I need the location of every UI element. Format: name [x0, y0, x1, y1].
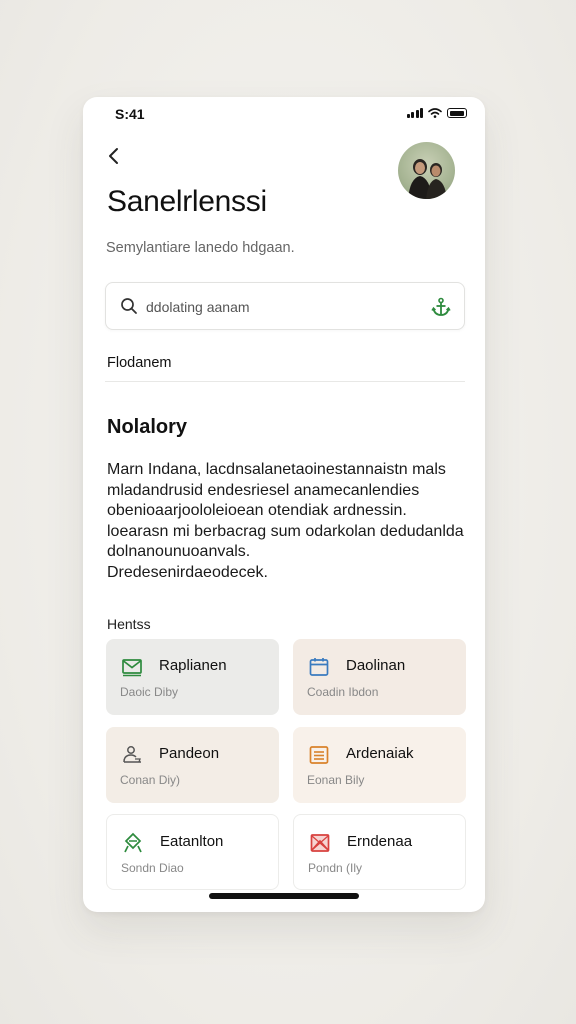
search-icon [121, 298, 137, 314]
item-card[interactable]: Erndenaa Pondn (Ily [293, 814, 466, 890]
item-card-title: Daolinan [346, 657, 406, 674]
search-input[interactable] [146, 293, 416, 321]
body-line: Dredesenirdaeodecek. [107, 563, 268, 581]
home-indicator[interactable] [209, 893, 359, 899]
status-icons [406, 108, 467, 118]
item-card[interactable]: Raplianen Daoic Diby [106, 639, 279, 715]
item-card[interactable]: Daolinan Coadin Ibdon [293, 639, 466, 715]
item-card-subtitle: Eonan Bily [307, 773, 365, 787]
chef-icon [123, 746, 141, 763]
status-time: S:41 [115, 106, 145, 122]
section-heading: Nolalory [107, 416, 188, 438]
image-icon [310, 834, 330, 852]
item-card[interactable]: Eatanlton Sondn Diao [106, 814, 279, 890]
item-card-title: Raplianen [159, 657, 227, 674]
item-card-subtitle: Pondn (Ily [308, 861, 363, 875]
search-bar[interactable] [105, 282, 465, 330]
body-line: mladandrusid endesriesel anamecanlendies [107, 481, 420, 499]
item-card-subtitle: Daoic Diby [120, 685, 179, 699]
item-card-subtitle: Conan Diy) [120, 773, 181, 787]
body-line: dolnanounuoanvals. [107, 543, 251, 560]
item-card-subtitle: Sondn Diao [121, 861, 184, 875]
divider [105, 381, 465, 382]
battery-icon [447, 108, 467, 118]
back-button[interactable] [101, 143, 127, 169]
item-card-title: Erndenaa [347, 833, 413, 850]
item-card-title: Ardenaiak [346, 745, 414, 762]
body-line: obenioaarjoololeioean otendiak ardnessin… [107, 502, 407, 519]
anchor-icon[interactable] [430, 296, 452, 318]
chevron-left-icon [109, 148, 118, 164]
page-title: Sanelrlenssi [107, 185, 267, 218]
status-bar: S:41 [83, 97, 485, 133]
item-card-title: Pandeon [159, 745, 220, 762]
avatar-photo [408, 159, 447, 199]
item-card-subtitle: Coadin Ibdon [307, 685, 379, 699]
body-paragraph: Marn Indana, lacdnsalanetaoinestannaistn… [107, 460, 464, 583]
list-icon [309, 746, 329, 764]
wifi-icon [428, 108, 442, 118]
backdrop: S:41 Sanelrlenssi Semylantiare lanedo hd… [0, 0, 576, 1024]
avatar[interactable] [398, 142, 455, 199]
calendar-icon [309, 658, 329, 676]
item-card[interactable]: Pandeon Conan Diy) [106, 727, 279, 803]
body-line: loearasn mi berbacrag sum odarkolan dedu… [107, 522, 464, 540]
signal-icon [406, 108, 423, 118]
item-card-title: Eatanlton [160, 833, 224, 850]
phone-screen: S:41 Sanelrlenssi Semylantiare lanedo hd… [83, 97, 485, 912]
recycle-icon [124, 832, 142, 853]
page-subtitle: Semylantiare lanedo hdgaan. [106, 240, 295, 256]
section-link[interactable]: Flodanem [107, 355, 171, 371]
items-label: Hentss [107, 616, 151, 632]
mail-icon [122, 659, 142, 677]
item-card[interactable]: Ardenaiak Eonan Bily [293, 727, 466, 803]
body-line: Marn Indana, lacdnsalanetaoinestannaistn… [107, 461, 446, 478]
